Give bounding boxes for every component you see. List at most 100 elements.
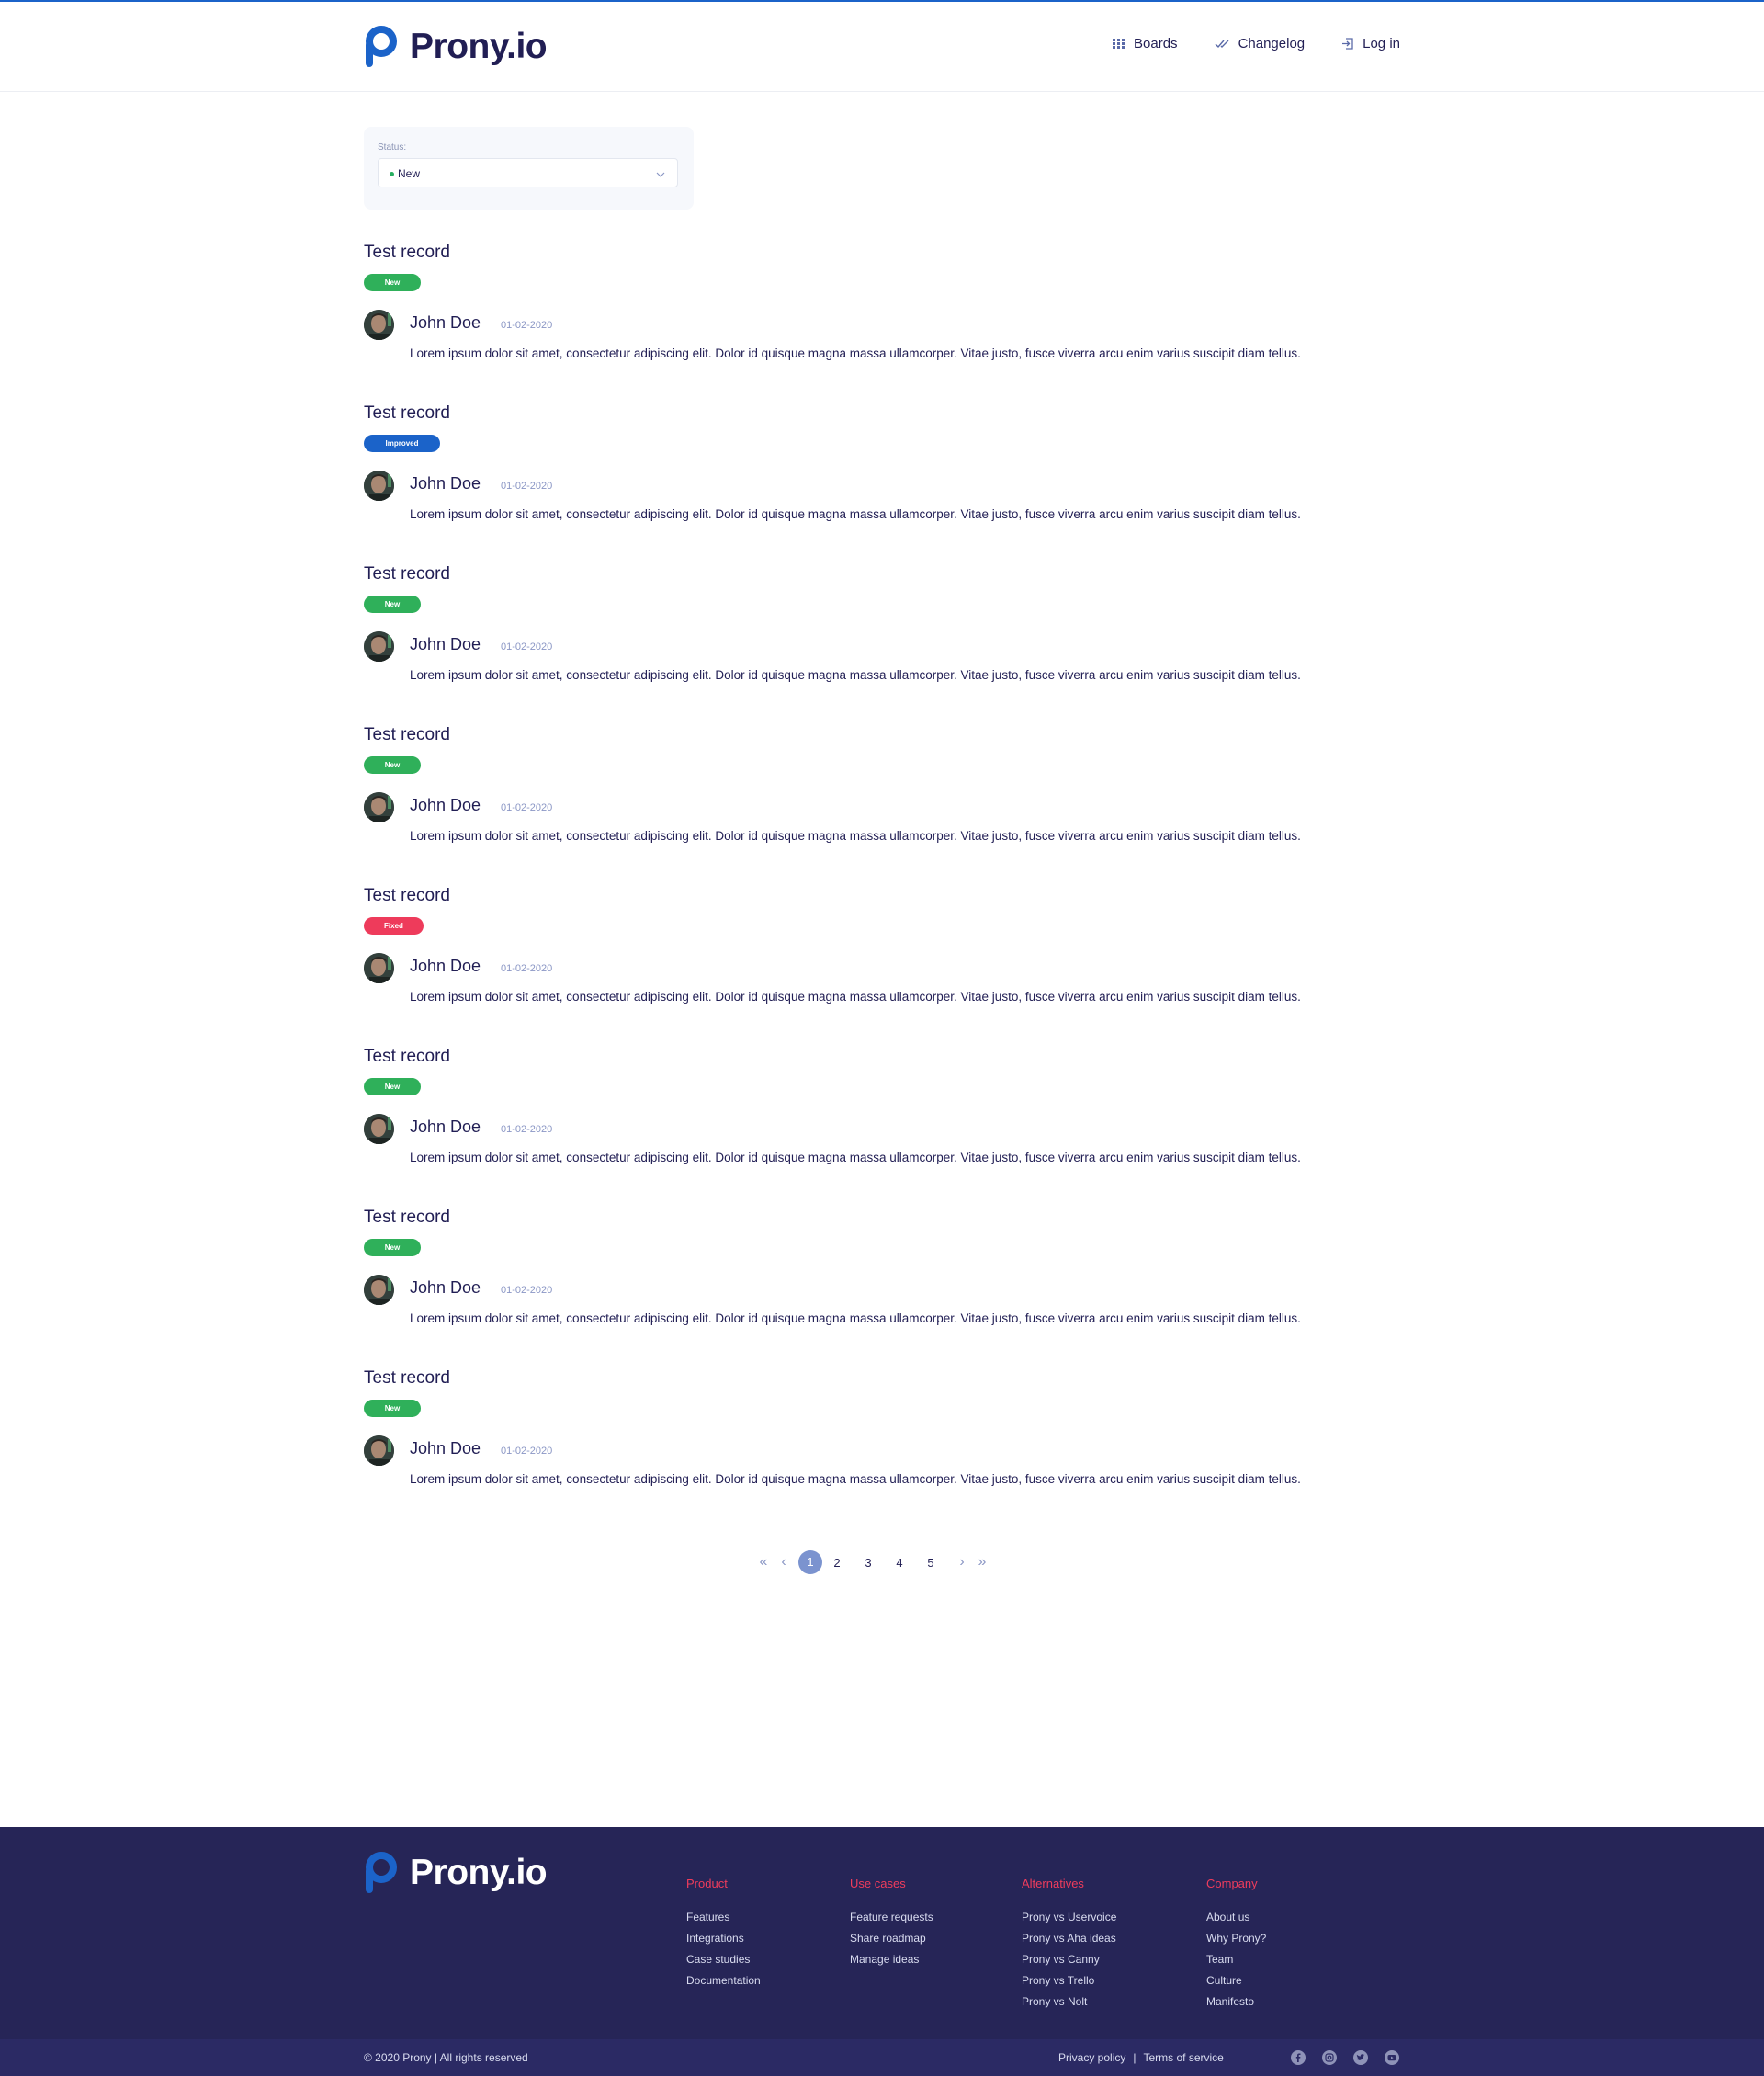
avatar	[364, 310, 394, 340]
footer-link[interactable]: Feature requests	[850, 1907, 933, 1928]
status-dot	[390, 172, 394, 176]
footer-link[interactable]: Case studies	[686, 1949, 761, 1970]
footer-link[interactable]: Prony vs Aha ideas	[1022, 1928, 1116, 1949]
footer-col-use-cases: Use cases Feature requests Share roadmap…	[850, 1877, 933, 1970]
record-date: 01-02-2020	[501, 641, 553, 652]
record-item[interactable]: Test record Fixed John Doe 01-02-2020 Lo…	[364, 886, 1400, 1047]
record-item[interactable]: Test record New John Doe 01-02-2020 Lore…	[364, 1047, 1400, 1208]
footer-col-alternatives: Alternatives Prony vs Uservoice Prony vs…	[1022, 1877, 1116, 2013]
first-page-button[interactable]: «	[753, 1554, 774, 1571]
footer-col-title: Use cases	[850, 1877, 906, 1890]
chevron-down-icon	[656, 167, 665, 184]
status-badge: New	[364, 1239, 421, 1256]
footer-link[interactable]: Prony vs Canny	[1022, 1949, 1116, 1970]
author-name: John Doe	[410, 1117, 481, 1136]
nav-boards[interactable]: Boards	[1113, 36, 1178, 51]
footer-link[interactable]: Why Prony?	[1206, 1928, 1266, 1949]
footer-link[interactable]: Prony vs Uservoice	[1022, 1907, 1116, 1928]
footer-link[interactable]: Culture	[1206, 1970, 1266, 1991]
terms-link[interactable]: Terms of service	[1143, 2051, 1223, 2064]
record-item[interactable]: Test record Improved John Doe 01-02-2020…	[364, 403, 1400, 564]
instagram-icon[interactable]	[1322, 2050, 1337, 2065]
legal-links: Privacy policy | Terms of service	[1058, 2051, 1224, 2064]
logo-icon	[364, 26, 399, 68]
page-3-button[interactable]: 3	[858, 1556, 878, 1570]
status-select[interactable]: New	[378, 158, 678, 187]
logo[interactable]: Prony.io	[364, 25, 548, 69]
footer-link[interactable]: Documentation	[686, 1970, 761, 1991]
record-title: Test record	[364, 1368, 450, 1388]
logo-text: Prony.io	[410, 27, 548, 66]
record-date: 01-02-2020	[501, 963, 553, 974]
record-text: Lorem ipsum dolor sit amet, consectetur …	[410, 668, 1301, 682]
footer-logo[interactable]: Prony.io	[364, 1851, 548, 1895]
grid-icon	[1113, 39, 1125, 49]
privacy-link[interactable]: Privacy policy	[1058, 2051, 1125, 2064]
twitter-icon[interactable]	[1353, 2050, 1368, 2065]
footer-link[interactable]: Share roadmap	[850, 1928, 933, 1949]
avatar	[364, 953, 394, 983]
status-filter: Status: New	[364, 127, 694, 210]
record-item[interactable]: Test record New John Doe 01-02-2020 Lore…	[364, 725, 1400, 886]
record-title: Test record	[364, 886, 450, 905]
record-title: Test record	[364, 564, 450, 584]
record-text: Lorem ipsum dolor sit amet, consectetur …	[410, 990, 1301, 1004]
double-check-icon	[1215, 39, 1229, 49]
footer-col-title: Alternatives	[1022, 1877, 1084, 1890]
avatar	[364, 1275, 394, 1305]
status-badge: New	[364, 1078, 421, 1095]
record-item[interactable]: Test record New John Doe 01-02-2020 Lore…	[364, 564, 1400, 725]
record-date: 01-02-2020	[501, 1285, 553, 1296]
facebook-icon[interactable]	[1291, 2050, 1306, 2065]
footer-link[interactable]: Team	[1206, 1949, 1266, 1970]
login-icon	[1341, 38, 1353, 50]
nav-changelog-label: Changelog	[1238, 36, 1306, 51]
next-page-button[interactable]: ›	[952, 1554, 972, 1571]
author-name: John Doe	[410, 796, 481, 814]
record-text: Lorem ipsum dolor sit amet, consectetur …	[410, 507, 1301, 521]
avatar	[364, 1114, 394, 1144]
footer-link[interactable]: Features	[686, 1907, 761, 1928]
footer-link[interactable]: Integrations	[686, 1928, 761, 1949]
record-list: Test record New John Doe 01-02-2020 Lore…	[364, 243, 1400, 1529]
nav-login[interactable]: Log in	[1341, 36, 1400, 51]
record-date: 01-02-2020	[501, 802, 553, 813]
author-name: John Doe	[410, 474, 481, 493]
page-1-button[interactable]: 1	[798, 1550, 822, 1574]
youtube-icon[interactable]	[1385, 2050, 1399, 2065]
record-item[interactable]: Test record New John Doe 01-02-2020 Lore…	[364, 243, 1400, 403]
status-badge: New	[364, 1400, 421, 1417]
footer-bottom-bar: © 2020 Prony | All rights reserved Priva…	[0, 2039, 1764, 2076]
footer-link[interactable]: Prony vs Nolt	[1022, 1991, 1116, 2013]
footer-link[interactable]: About us	[1206, 1907, 1266, 1928]
status-badge: New	[364, 756, 421, 774]
header: Prony.io Boards Changelog Log in	[0, 2, 1764, 92]
logo-icon	[364, 1852, 399, 1894]
pagination: « ‹ 1 2 3 4 5 › »	[753, 1550, 1011, 1574]
page-5-button[interactable]: 5	[921, 1556, 941, 1570]
record-item[interactable]: Test record New John Doe 01-02-2020 Lore…	[364, 1368, 1400, 1529]
nav-changelog[interactable]: Changelog	[1215, 36, 1306, 51]
logo-text: Prony.io	[410, 1853, 548, 1892]
record-text: Lorem ipsum dolor sit amet, consectetur …	[410, 346, 1301, 360]
record-title: Test record	[364, 1047, 450, 1066]
footer: Prony.io Product Features Integrations C…	[0, 1827, 1764, 2039]
prev-page-button[interactable]: ‹	[774, 1554, 794, 1571]
record-item[interactable]: Test record New John Doe 01-02-2020 Lore…	[364, 1208, 1400, 1368]
record-text: Lorem ipsum dolor sit amet, consectetur …	[410, 1311, 1301, 1325]
footer-col-company: Company About us Why Prony? Team Culture…	[1206, 1877, 1266, 2013]
footer-link[interactable]: Manage ideas	[850, 1949, 933, 1970]
social-links	[1291, 2050, 1399, 2065]
status-badge: Improved	[364, 435, 440, 452]
author-name: John Doe	[410, 635, 481, 653]
last-page-button[interactable]: »	[972, 1554, 992, 1571]
record-title: Test record	[364, 243, 450, 262]
footer-link[interactable]: Prony vs Trello	[1022, 1970, 1116, 1991]
page-2-button[interactable]: 2	[827, 1556, 847, 1570]
avatar	[364, 792, 394, 822]
page-4-button[interactable]: 4	[889, 1556, 910, 1570]
footer-link[interactable]: Manifesto	[1206, 1991, 1266, 2013]
record-date: 01-02-2020	[501, 320, 553, 331]
legal-separator: |	[1133, 2051, 1136, 2064]
status-select-value: New	[398, 167, 421, 180]
